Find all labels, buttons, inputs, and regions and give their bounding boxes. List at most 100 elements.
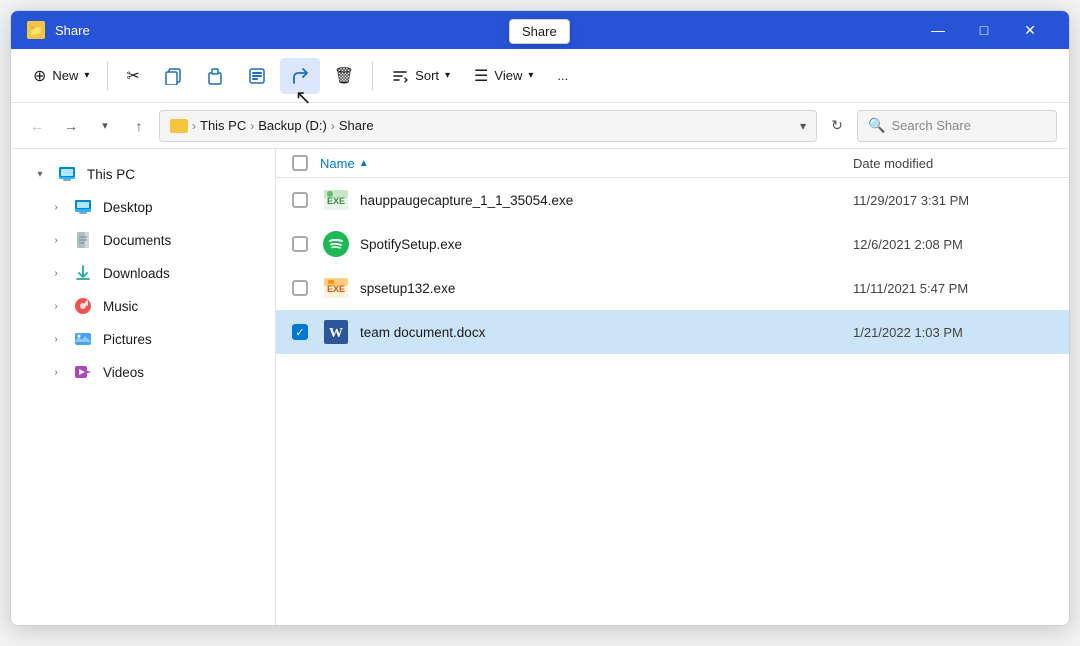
recent-button[interactable]: ▾ — [91, 112, 119, 140]
search-icon: 🔍 — [868, 117, 885, 134]
pictures-label: Pictures — [103, 332, 152, 347]
file-date-3: 11/11/2021 5:47 PM — [853, 281, 1053, 296]
desktop-chevron-icon: › — [49, 202, 63, 213]
up-button[interactable]: ↑ — [125, 112, 153, 140]
close-button[interactable]: ✕ — [1007, 11, 1053, 49]
window-title: Share — [55, 23, 90, 38]
delete-button[interactable]: 🗑 — [324, 58, 364, 94]
rename-icon — [248, 67, 266, 85]
this-pc-chevron-icon: ▾ — [33, 169, 47, 180]
path-folder-icon — [170, 119, 188, 133]
file-row-selected[interactable]: ✓ W team document.docx 1/21/2022 1:03 PM — [276, 310, 1069, 354]
view-button[interactable]: ☰ View ▾ — [464, 58, 543, 94]
file-name-4: team document.docx — [360, 325, 853, 340]
sidebar-item-this-pc[interactable]: ▾ This PC — [17, 158, 269, 190]
file-name-2: SpotifySetup.exe — [360, 237, 853, 252]
sidebar-item-music[interactable]: › Music — [17, 290, 269, 322]
documents-chevron-icon: › — [49, 235, 63, 246]
path-sep-2: › — [250, 119, 254, 133]
more-button[interactable]: ... — [547, 58, 578, 94]
toolbar: Share ⊕ New ▾ ✂ — [11, 49, 1069, 103]
sidebar-item-pictures[interactable]: › Pictures — [17, 323, 269, 355]
row-check-4: ✓ — [292, 324, 320, 340]
new-label: New — [52, 68, 78, 83]
svg-text:W: W — [329, 326, 343, 341]
file-name-1: hauppaugecapture_1_1_35054.exe — [360, 193, 853, 208]
file-checkbox-1[interactable] — [292, 192, 308, 208]
new-button[interactable]: ⊕ New ▾ — [23, 58, 99, 94]
paste-button[interactable] — [196, 58, 234, 94]
downloads-icon — [73, 263, 93, 283]
rename-button[interactable] — [238, 58, 276, 94]
separator-1 — [107, 62, 108, 90]
sort-label: Sort — [415, 68, 439, 83]
file-date-1: 11/29/2017 3:31 PM — [853, 193, 1053, 208]
minimize-button[interactable]: — — [915, 11, 961, 49]
path-dropdown-icon[interactable]: ▾ — [800, 119, 806, 133]
select-all-checkbox[interactable] — [292, 155, 308, 171]
downloads-label: Downloads — [103, 266, 170, 281]
new-chevron-icon: ▾ — [84, 70, 89, 81]
share-button[interactable] — [280, 58, 320, 94]
file-checkbox-2[interactable] — [292, 236, 308, 252]
file-list: Name ▲ Date modified EXE — [276, 149, 1069, 625]
cut-button[interactable]: ✂ — [116, 58, 149, 94]
pictures-chevron-icon: › — [49, 334, 63, 345]
videos-label: Videos — [103, 365, 144, 380]
svg-text:EXE: EXE — [327, 196, 345, 206]
more-label: ... — [557, 68, 568, 83]
sort-arrow-icon: ▲ — [359, 158, 369, 169]
file-row[interactable]: EXE spsetup132.exe 11/11/2021 5:47 PM — [276, 266, 1069, 310]
sort-button[interactable]: Sort ▾ — [381, 58, 460, 94]
window-controls: — □ ✕ — [915, 11, 1053, 49]
row-check-1 — [292, 192, 320, 208]
videos-icon — [73, 362, 93, 382]
sidebar: ▾ This PC › — [11, 149, 276, 625]
sidebar-item-desktop[interactable]: › Desktop — [17, 191, 269, 223]
path-share: Share — [339, 118, 374, 133]
file-explorer-window: 📁 Share — □ ✕ Share ⊕ New ▾ ✂ — [10, 10, 1070, 626]
music-label: Music — [103, 299, 138, 314]
pictures-icon — [73, 329, 93, 349]
column-name-header[interactable]: Name ▲ — [320, 156, 853, 171]
window-folder-icon: 📁 — [27, 21, 45, 39]
sidebar-item-downloads[interactable]: › Downloads — [17, 257, 269, 289]
refresh-button[interactable]: ↻ — [823, 112, 851, 140]
documents-label: Documents — [103, 233, 171, 248]
address-path[interactable]: › This PC › Backup (D:) › Share ▾ — [159, 110, 817, 142]
file-checkbox-4[interactable]: ✓ — [292, 324, 308, 340]
this-pc-icon — [57, 164, 77, 184]
music-icon — [73, 296, 93, 316]
path-sep-3: › — [331, 119, 335, 133]
file-icon-spotify — [320, 228, 352, 260]
maximize-button[interactable]: □ — [961, 11, 1007, 49]
music-chevron-icon: › — [49, 301, 63, 312]
file-icon-hauppauge: EXE — [320, 184, 352, 216]
sidebar-item-videos[interactable]: › Videos — [17, 356, 269, 388]
file-row[interactable]: SpotifySetup.exe 12/6/2021 2:08 PM — [276, 222, 1069, 266]
videos-chevron-icon: › — [49, 367, 63, 378]
share-icon — [290, 66, 310, 86]
new-icon: ⊕ — [33, 66, 46, 86]
view-icon: ☰ — [474, 66, 488, 86]
address-bar: ← → ▾ ↑ › This PC › Backup (D:) › Share … — [11, 103, 1069, 149]
column-date-header: Date modified — [853, 156, 1053, 171]
paste-icon — [206, 67, 224, 85]
search-box[interactable]: 🔍 Search Share — [857, 110, 1057, 142]
file-icon-word: W — [320, 316, 352, 348]
forward-button[interactable]: → — [57, 112, 85, 140]
back-button[interactable]: ← — [23, 112, 51, 140]
row-check-3 — [292, 280, 320, 296]
view-label: View — [494, 68, 522, 83]
sidebar-item-documents[interactable]: › Documents — [17, 224, 269, 256]
documents-icon — [73, 230, 93, 250]
downloads-chevron-icon: › — [49, 268, 63, 279]
this-pc-label: This PC — [87, 167, 135, 182]
file-checkbox-3[interactable] — [292, 280, 308, 296]
path-sep-1: › — [192, 119, 196, 133]
delete-icon: 🗑 — [334, 66, 354, 86]
copy-button[interactable] — [154, 58, 192, 94]
view-chevron-icon: ▾ — [528, 70, 533, 81]
svg-text:EXE: EXE — [327, 284, 345, 294]
file-row[interactable]: EXE hauppaugecapture_1_1_35054.exe 11/29… — [276, 178, 1069, 222]
